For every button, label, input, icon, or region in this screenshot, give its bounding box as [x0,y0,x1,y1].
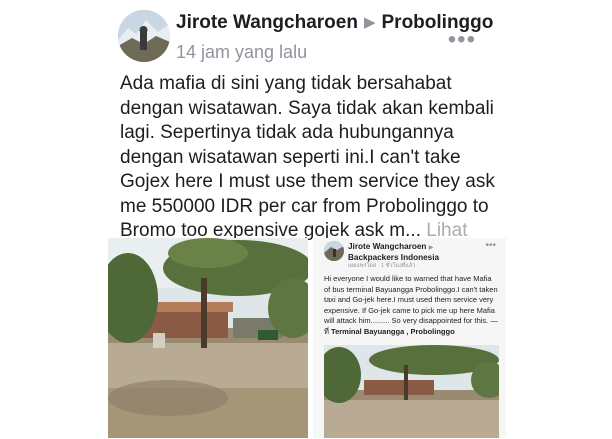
embedded-place: Terminal Bayuangga , Probolinggo [331,326,455,336]
embedded-group: Backpackers Indonesia [348,253,440,262]
embedded-author: Jirote Wangcharoen [348,242,427,251]
embedded-more-icon: ••• [485,240,496,251]
more-options-icon[interactable]: ••• [448,26,476,54]
embedded-photo [324,345,499,438]
embedded-avatar [324,241,344,261]
avatar[interactable] [118,10,170,62]
author-line: Jirote Wangcharoen ▶ Probolinggo [176,12,493,34]
timestamp[interactable]: 14 jam yang lalu [176,42,307,63]
embedded-arrow-icon: ▶ [428,245,434,251]
embedded-text: Hi everyone I would like to warned that … [324,274,498,338]
embedded-time: เผยแพร่โดย · 1 ชั่วโมงที่แล้ว · [348,263,419,269]
location-name[interactable]: Probolinggo [382,12,494,33]
post-header: Jirote Wangcharoen ▶ Probolinggo 14 jam ya… [118,6,498,66]
photo-terminal[interactable] [108,238,308,438]
post-body: Ada mafia di sini yang tidak bersahabat … [120,73,495,241]
author-name[interactable]: Jirote Wangcharoen [176,12,358,33]
embedded-post-screenshot[interactable]: Jirote Wangcharoen ▶ Backpackers Indones… [313,238,506,438]
embedded-author-line: Jirote Wangcharoen ▶ Backpackers Indones… [348,242,439,263]
arrow-right-icon: ▶ [363,14,376,31]
